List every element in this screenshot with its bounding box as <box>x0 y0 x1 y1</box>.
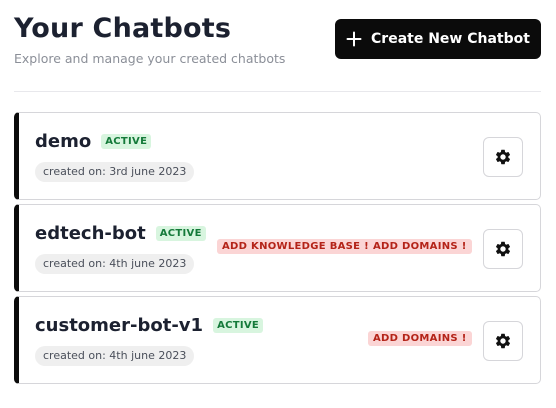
created-date: created on: 4th june 2023 <box>35 254 195 274</box>
chatbot-name-row: edtech-bot ACTIVE <box>35 223 206 244</box>
settings-button[interactable] <box>483 229 523 269</box>
gear-icon <box>495 333 511 349</box>
page-subtitle: Explore and manage your created chatbots <box>14 51 286 66</box>
created-date: created on: 3rd june 2023 <box>35 162 195 182</box>
chatbot-name-row: demo ACTIVE <box>35 131 152 152</box>
chatbot-name: customer-bot-v1 <box>35 315 204 336</box>
create-chatbot-label: Create New Chatbot <box>371 31 530 47</box>
status-badge: ACTIVE <box>101 134 152 149</box>
status-badge: ACTIVE <box>155 226 206 241</box>
chatbot-name: edtech-bot <box>35 223 146 244</box>
add-knowledge-base-badge[interactable]: ADD KNOWLEDGE BASE ! <box>217 239 374 254</box>
status-badge: ACTIVE <box>213 318 264 333</box>
chatbot-name-row: customer-bot-v1 ACTIVE <box>35 315 264 336</box>
chatbot-name: demo <box>35 131 92 152</box>
chatbot-card-edtech-bot[interactable]: edtech-bot ACTIVE created on: 4th june 20… <box>14 204 541 292</box>
add-domains-badge[interactable]: ADD DOMAINS ! <box>368 331 472 346</box>
create-chatbot-button[interactable]: Create New Chatbot <box>335 19 541 59</box>
created-date: created on: 4th june 2023 <box>35 346 195 366</box>
gear-icon <box>495 241 511 257</box>
page-header: Your Chatbots Explore and manage your cr… <box>14 12 285 68</box>
header-divider <box>14 91 541 92</box>
settings-button[interactable] <box>483 321 523 361</box>
chatbot-card-customer-bot-v1[interactable]: customer-bot-v1 ACTIVE created on: 4th ju… <box>14 296 541 384</box>
add-domains-badge[interactable]: ADD DOMAINS ! <box>368 239 472 254</box>
gear-icon <box>495 149 511 165</box>
plus-icon <box>346 31 362 47</box>
settings-button[interactable] <box>483 137 523 177</box>
chatbot-list: demo ACTIVE created on: 3rd june 2023 edt… <box>14 112 541 388</box>
page-title: Your Chatbots <box>14 13 232 44</box>
chatbot-card-demo[interactable]: demo ACTIVE created on: 3rd june 2023 <box>14 112 541 200</box>
